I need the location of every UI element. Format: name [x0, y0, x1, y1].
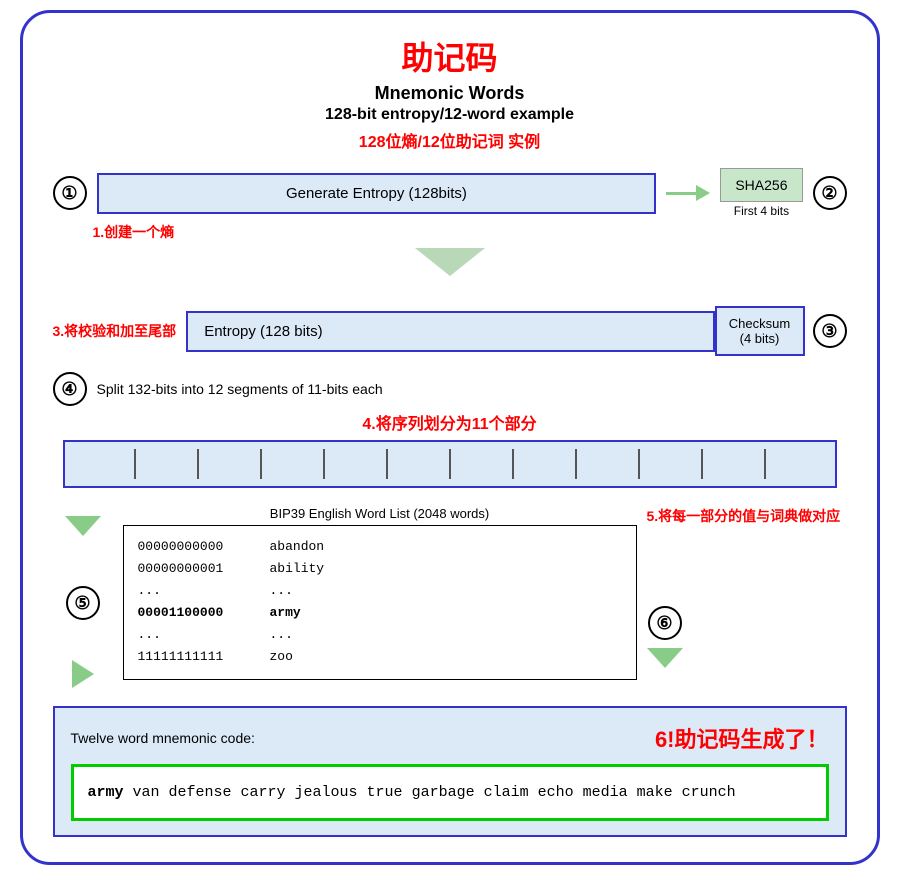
section1-row: ① Generate Entropy (128bits) SHA256 Firs…: [53, 168, 847, 218]
wl-word-0: abandon: [270, 536, 325, 558]
wl-bits-0: 00000000000: [138, 536, 258, 558]
circle-2: ②: [813, 176, 847, 210]
label5: 5.将每一部分的值与词典做对应: [647, 506, 841, 526]
wl-bits-1: 00000000001: [138, 558, 258, 580]
first4-label: First 4 bits: [734, 204, 789, 218]
mnemonic-bold-word: army: [88, 784, 124, 801]
section1-wrapper: 2.创建校验和 ① Generate Entropy (128bits) SHA…: [53, 168, 847, 242]
wl-word-5: zoo: [270, 646, 293, 668]
entropy128-box: Entropy (128 bits): [186, 311, 714, 352]
twelve-word-label: Twelve word mnemonic code:: [71, 730, 255, 746]
mnemonic-box: army van defense carry jealous true garb…: [71, 764, 829, 821]
circle-1: ①: [53, 176, 87, 210]
wordlist-box: 00000000000 abandon 00000000001 ability …: [123, 525, 637, 680]
right-side: 5.将每一部分的值与词典做对应 ⑥: [647, 506, 847, 668]
wl-word-4: ...: [270, 624, 293, 646]
checksum-box: Checksum (4 bits): [715, 306, 805, 356]
section6-bottom: Twelve word mnemonic code: 6!助记码生成了！ arm…: [53, 706, 847, 837]
arrow-area-1: [53, 248, 847, 276]
sha-wrapper: SHA256 First 4 bits: [720, 168, 802, 218]
label3: 3.将校验和加至尾部: [53, 321, 177, 341]
wl-word-3: army: [270, 602, 301, 624]
outer-container: 助记码 Mnemonic Words 128-bit entropy/12-wo…: [20, 10, 880, 865]
checksum-line2: (4 bits): [727, 331, 793, 346]
arrow-right-5: [72, 660, 94, 688]
arrow-down-6: [647, 648, 683, 668]
section4-text: Split 132-bits into 12 segments of 11-bi…: [97, 381, 383, 397]
wl-row-4: ... ...: [138, 624, 622, 646]
section3-row: 3.将校验和加至尾部 Entropy (128 bits) Checksum (…: [53, 306, 847, 356]
wordlist-title: BIP39 English Word List (2048 words): [123, 506, 637, 521]
wl-row-1: 00000000001 ability: [138, 558, 622, 580]
wl-bits-2: ...: [138, 580, 258, 602]
big-down-arrow-1: [415, 248, 485, 276]
mnemonic-rest: van defense carry jealous true garbage c…: [124, 784, 736, 801]
subtitle-cn: 128位熵/12位助记词 实例: [53, 128, 847, 152]
wl-word-2: ...: [270, 580, 293, 602]
wl-bits-3: 00001100000: [138, 602, 258, 624]
wl-bits-4: ...: [138, 624, 258, 646]
wl-bits-5: 11111111111: [138, 646, 258, 668]
segments-bar: [63, 440, 837, 488]
label4: 4.将序列划分为11个部分: [53, 410, 847, 434]
wordlist-container: BIP39 English Word List (2048 words) 000…: [123, 506, 637, 680]
circle-4: ④: [53, 372, 87, 406]
wl-row-3: 00001100000 army: [138, 602, 622, 624]
label6: 6!助记码生成了！: [655, 722, 829, 754]
label1: 1.创建一个熵: [93, 222, 175, 242]
circle-6: ⑥: [648, 606, 682, 640]
checksum-line1: Checksum: [727, 316, 793, 331]
circle-5: ⑤: [66, 586, 100, 620]
wl-row-5: 11111111111 zoo: [138, 646, 622, 668]
title-en2: 128-bit entropy/12-word example: [53, 106, 847, 124]
circle-3: ③: [813, 314, 847, 348]
title-cn: 助记码: [53, 33, 847, 79]
section4-header: ④ Split 132-bits into 12 segments of 11-…: [53, 372, 847, 406]
section6-header: Twelve word mnemonic code: 6!助记码生成了！: [71, 722, 829, 754]
sha-box: SHA256: [720, 168, 802, 202]
section5-area: ⑤ BIP39 English Word List (2048 words) 0…: [53, 506, 847, 688]
wl-word-1: ability: [270, 558, 325, 580]
wl-row-2: ... ...: [138, 580, 622, 602]
title-en1: Mnemonic Words: [53, 83, 847, 104]
wl-row-0: 00000000000 abandon: [138, 536, 622, 558]
arrow-down-5: [65, 516, 101, 536]
entropy-box: Generate Entropy (128bits): [97, 173, 657, 214]
left-side: ⑤: [53, 506, 113, 688]
